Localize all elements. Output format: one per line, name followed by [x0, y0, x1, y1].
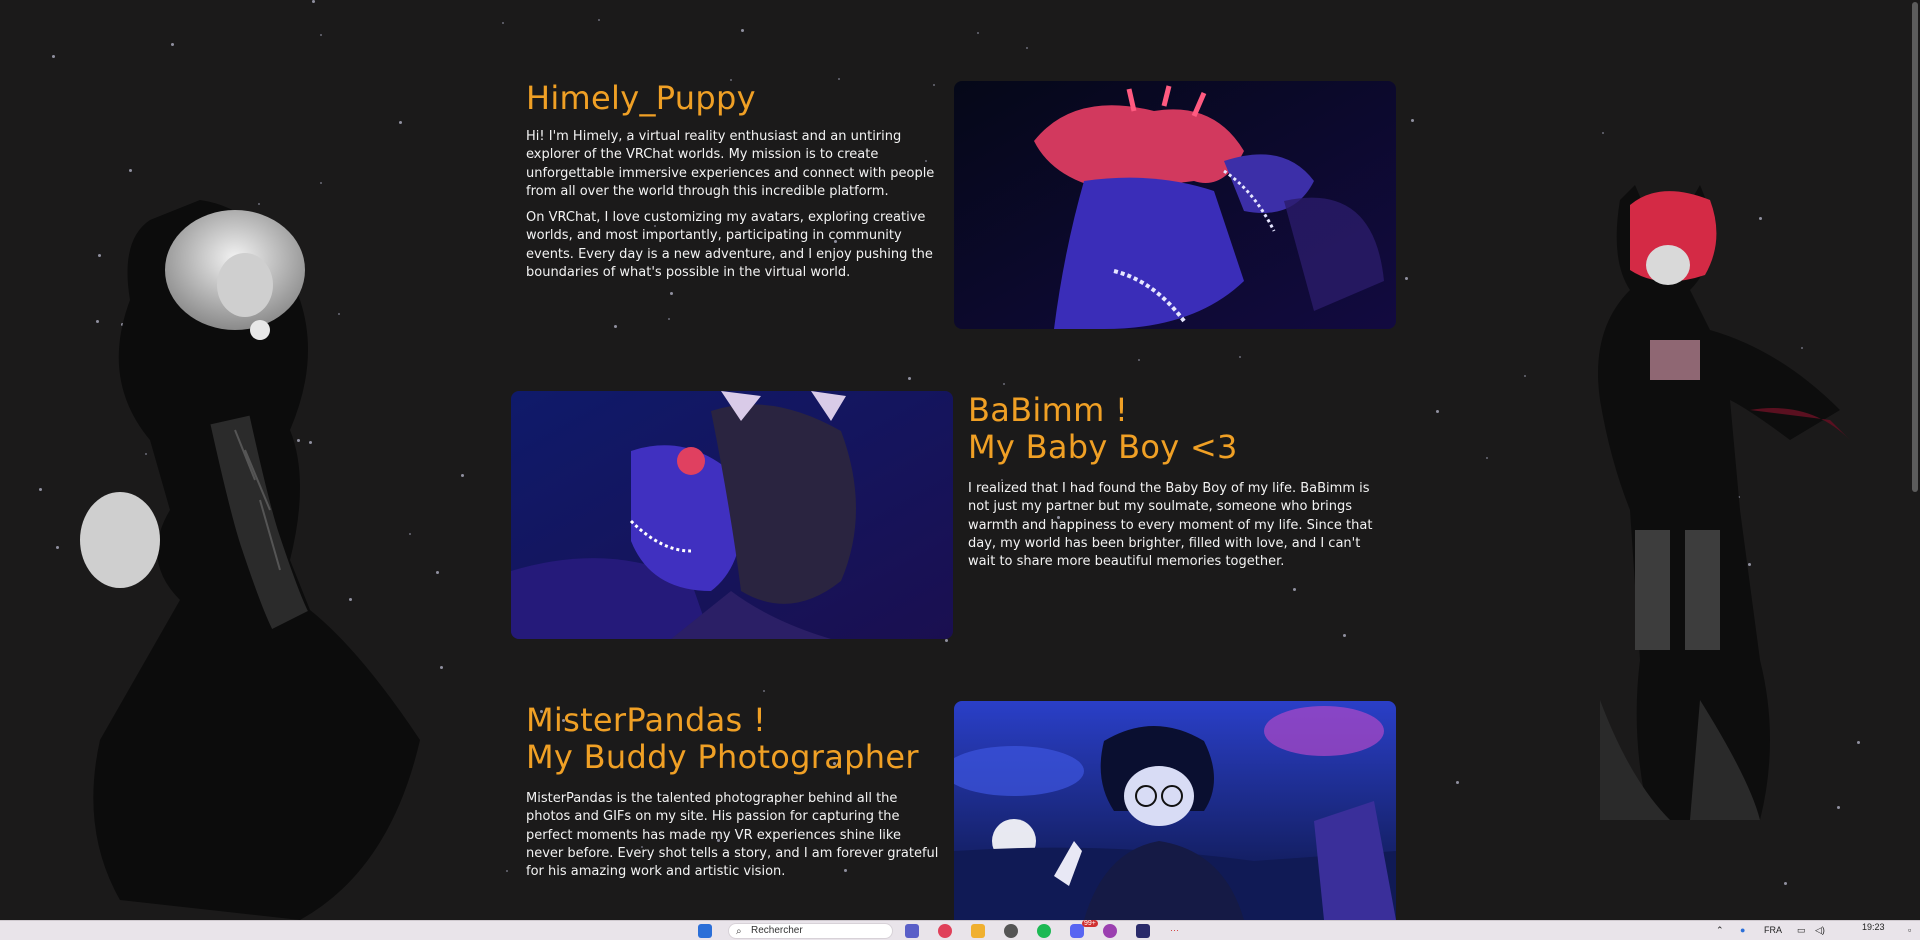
- wifi-icon[interactable]: ▭: [1797, 925, 1806, 936]
- star: [320, 34, 322, 36]
- photographer-title-line2: My Buddy Photographer: [526, 738, 919, 776]
- notification-badge: 99+: [1082, 920, 1098, 927]
- profile-section: Himely_Puppy Hi! I'm Himely, a virtual r…: [526, 80, 941, 282]
- star: [1784, 882, 1787, 885]
- app-icon[interactable]: [1103, 924, 1117, 938]
- partner-title-line1: BaBimm !: [968, 391, 1129, 429]
- star: [399, 121, 402, 124]
- star: [506, 870, 508, 872]
- photographer-section: MisterPandas ! My Buddy Photographer Mis…: [526, 702, 941, 881]
- star: [312, 0, 315, 3]
- star: [1293, 588, 1296, 591]
- star: [1239, 356, 1241, 358]
- profile-intro-text: Hi! I'm Himely, a virtual reality enthus…: [526, 129, 935, 199]
- star: [1026, 47, 1028, 49]
- star: [763, 690, 765, 692]
- star: [440, 666, 443, 669]
- chevron-up-icon[interactable]: ⌃: [1716, 925, 1724, 936]
- volume-icon[interactable]: ◁): [1815, 925, 1825, 936]
- star: [1411, 119, 1414, 122]
- star: [1343, 634, 1346, 637]
- star: [129, 169, 132, 172]
- more-icon[interactable]: ···: [1170, 925, 1179, 935]
- search-input[interactable]: ⌕ Rechercher: [728, 923, 893, 939]
- star: [39, 488, 42, 491]
- folder-icon[interactable]: [971, 924, 985, 938]
- star: [977, 32, 979, 34]
- star: [741, 29, 744, 32]
- star: [1003, 383, 1005, 385]
- cloud-icon[interactable]: ●: [1740, 925, 1745, 935]
- clock[interactable]: 19:23: [1862, 922, 1885, 932]
- star: [908, 377, 911, 380]
- profile-title: Himely_Puppy: [526, 79, 756, 117]
- spotify-icon[interactable]: [1037, 924, 1051, 938]
- left-avatar-image: [80, 200, 421, 920]
- right-avatar-image: [1598, 185, 1850, 820]
- star: [945, 639, 948, 642]
- discord-icon[interactable]: [1070, 924, 1084, 938]
- star: [1436, 410, 1439, 413]
- page-content: Himely_Puppy Hi! I'm Himely, a virtual r…: [0, 0, 1920, 920]
- photographer-title-line1: MisterPandas !: [526, 701, 767, 739]
- profile-photo: [954, 81, 1396, 329]
- notifications-icon[interactable]: ▫: [1908, 925, 1911, 935]
- star: [502, 22, 504, 24]
- star: [670, 292, 673, 295]
- star: [598, 19, 600, 21]
- partner-text: I realized that I had found the Baby Boy…: [968, 481, 1373, 570]
- partner-photo: [511, 391, 953, 639]
- star: [668, 318, 670, 320]
- star: [1405, 277, 1408, 280]
- search-placeholder: Rechercher: [751, 925, 803, 936]
- taskbar: ⌕ Rechercher 99+ ··· ⌃ ● FRA ▭ ◁) 19:23 …: [0, 920, 1920, 940]
- star: [614, 325, 617, 328]
- star: [1486, 457, 1488, 459]
- partner-section: BaBimm ! My Baby Boy <3 I realized that …: [968, 392, 1383, 571]
- photographer-photo: [954, 701, 1396, 920]
- star: [1602, 132, 1604, 134]
- ide-icon[interactable]: [1136, 924, 1150, 938]
- scrollbar-thumb[interactable]: [1912, 2, 1918, 492]
- partner-title-line2: My Baby Boy <3: [968, 428, 1238, 466]
- star: [52, 55, 55, 58]
- star: [1138, 359, 1140, 361]
- profile-details-text: On VRChat, I love customizing my avatars…: [526, 210, 933, 281]
- star: [1456, 781, 1459, 784]
- language-indicator[interactable]: FRA: [1764, 925, 1782, 935]
- teams-icon[interactable]: [905, 924, 919, 938]
- star: [461, 474, 464, 477]
- star: [56, 546, 59, 549]
- settings-icon[interactable]: [1004, 924, 1018, 938]
- search-icon: ⌕: [736, 926, 742, 937]
- start-icon[interactable]: [698, 924, 712, 938]
- photographer-text: MisterPandas is the talented photographe…: [526, 791, 939, 880]
- star: [171, 43, 174, 46]
- browser-icon[interactable]: [938, 924, 952, 938]
